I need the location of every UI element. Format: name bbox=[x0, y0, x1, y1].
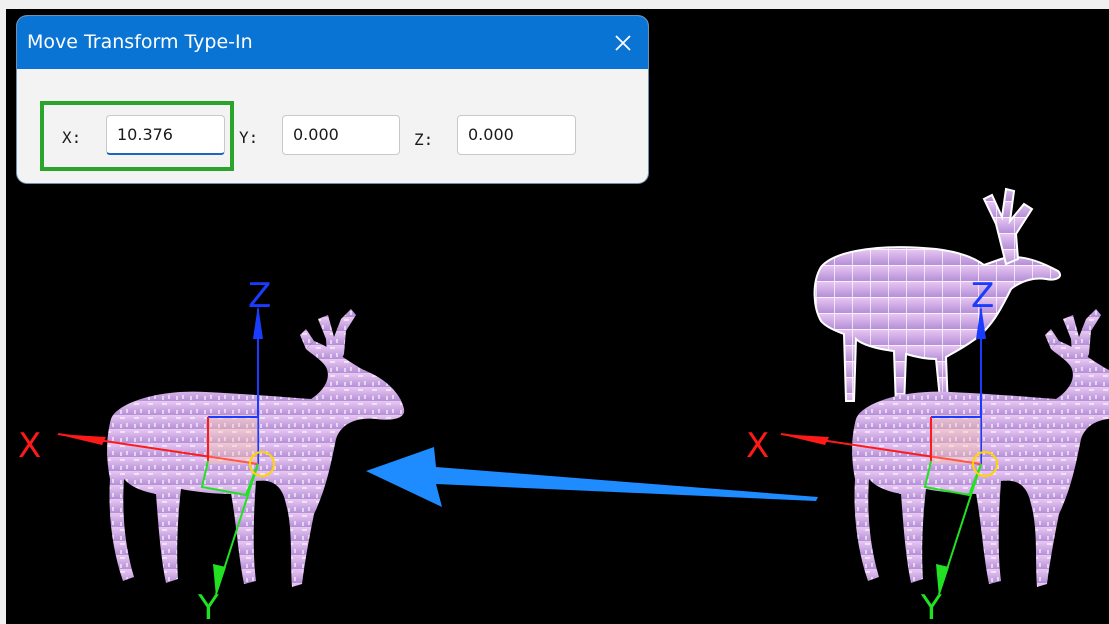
left-y-axis-label: Y bbox=[197, 588, 219, 624]
right-z-axis-label: Z bbox=[971, 276, 994, 316]
dialog-title: Move Transform Type-In bbox=[27, 31, 253, 53]
original-deer-wireframe[interactable] bbox=[813, 187, 1062, 410]
left-z-axis-label: Z bbox=[248, 276, 271, 316]
y-input[interactable]: 0.000 bbox=[282, 115, 400, 155]
right-y-axis-label: Y bbox=[920, 588, 942, 624]
y-label: Y: bbox=[239, 128, 259, 147]
close-button[interactable] bbox=[608, 28, 638, 58]
coordinate-fields: X: 10.376 Y: 0.000 Z: 0.000 bbox=[17, 69, 648, 183]
z-input[interactable]: 0.000 bbox=[457, 115, 576, 155]
dialog-titlebar[interactable]: Move Transform Type-In bbox=[17, 16, 648, 69]
x-input[interactable]: 10.376 bbox=[106, 115, 225, 155]
x-label: X: bbox=[62, 128, 82, 147]
close-icon bbox=[615, 35, 631, 51]
z-label: Z: bbox=[414, 130, 434, 149]
right-x-axis-label: X bbox=[746, 426, 769, 466]
move-transform-dialog: Move Transform Type-In X: 10.376 Y: 0.00… bbox=[17, 16, 648, 183]
left-x-axis-label: X bbox=[18, 426, 41, 466]
